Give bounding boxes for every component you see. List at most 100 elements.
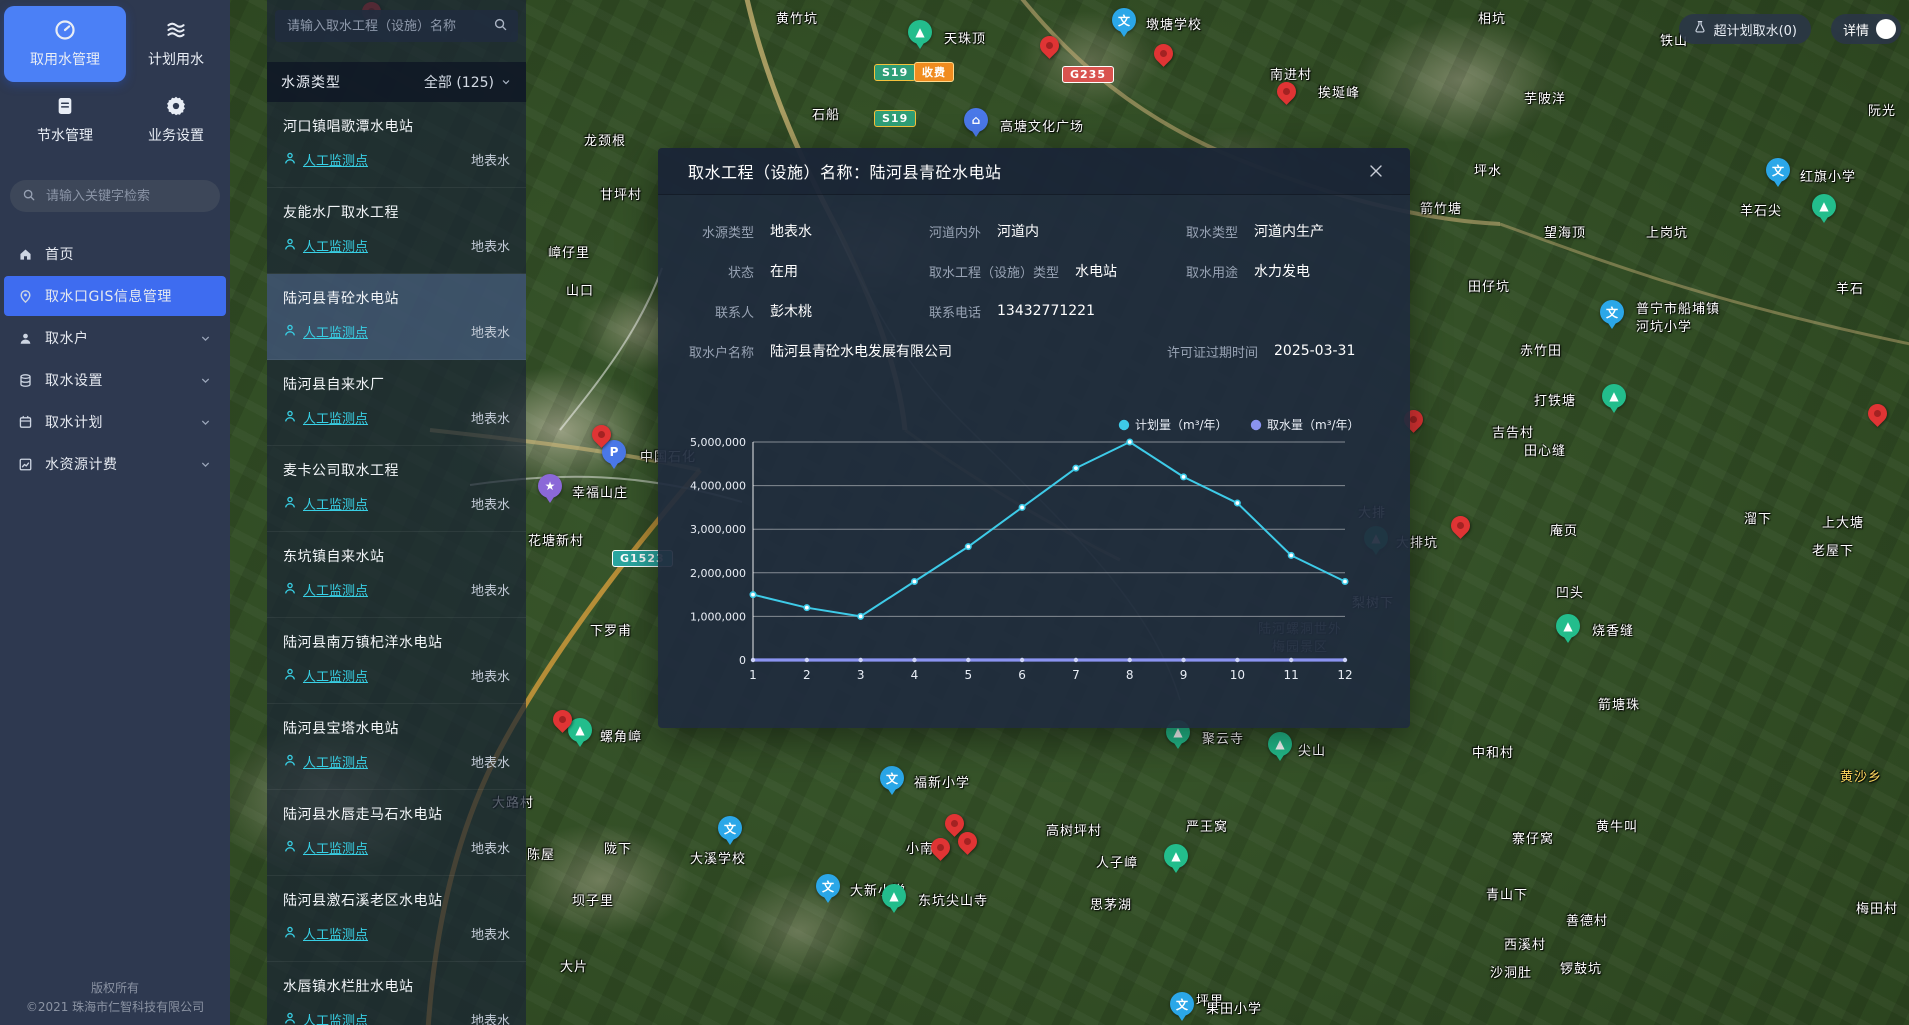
station-search-box[interactable] [275, 10, 518, 42]
chevron-down-icon[interactable] [199, 416, 212, 429]
peak-marker[interactable]: ▲ [1556, 614, 1580, 638]
svg-text:4,000,000: 4,000,000 [690, 480, 746, 493]
station-list-item[interactable]: 友能水厂取水工程 人工监测点 地表水 [267, 188, 526, 274]
field-value: 陆河县青砼水电发展有限公司 [770, 341, 952, 361]
school-marker[interactable]: 文 [718, 816, 742, 840]
temple-marker[interactable]: ▲ [882, 884, 906, 908]
sidebar-item-3[interactable]: 取水户 [4, 318, 226, 358]
chevron-down-icon[interactable] [199, 332, 212, 345]
svg-text:9: 9 [1180, 668, 1188, 682]
detail-field: 取水工程（设施）类型 水电站 [929, 261, 1160, 281]
peak-marker[interactable]: ▲ [908, 20, 932, 44]
school-marker[interactable]: 文 [1112, 8, 1136, 32]
station-list-item[interactable]: 东坑镇自来水站 人工监测点 地表水 [267, 532, 526, 618]
station-list-item[interactable]: 陆河县自来水厂 人工监测点 地表水 [267, 360, 526, 446]
school-marker[interactable]: 文 [1170, 992, 1194, 1016]
filter-value[interactable]: 全部 (125) [424, 72, 494, 92]
station-search-input[interactable] [285, 18, 493, 35]
school-marker[interactable]: 文 [880, 766, 904, 790]
station-name: 陆河县青砼水电站 [283, 288, 510, 308]
station-list-item[interactable]: 陆河县宝塔水电站 人工监测点 地表水 [267, 704, 526, 790]
road-badge: S19 [874, 110, 916, 127]
station-list-item[interactable]: 陆河县水唇走马石水电站 人工监测点 地表水 [267, 790, 526, 876]
school-marker[interactable]: 文 [816, 874, 840, 898]
station-name: 陆河县南万镇杞洋水电站 [283, 632, 510, 652]
detail-field: 联系人 彭木桃 [688, 301, 929, 321]
sidebar-search-input[interactable] [44, 188, 208, 205]
close-icon[interactable] [1368, 163, 1384, 179]
module-1[interactable]: 取用水管理 [4, 6, 126, 82]
station-name: 友能水厂取水工程 [283, 202, 510, 222]
sidebar-item-5[interactable]: 取水计划 [4, 402, 226, 442]
road-badge: G235 [1062, 66, 1114, 83]
peak-marker[interactable]: ▲ [1164, 844, 1188, 868]
sidebar-item-1[interactable]: 首页 [4, 234, 226, 274]
station-list-item[interactable]: 陆河县激石溪老区水电站 人工监测点 地表水 [267, 876, 526, 962]
doc-icon [54, 95, 76, 117]
map-label: 高塘文化广场 [1000, 116, 1084, 135]
module-label: 节水管理 [37, 125, 93, 145]
sidebar-item-label: 首页 [45, 244, 212, 264]
water-source-type: 地表水 [471, 236, 510, 255]
field-label: 取水工程（设施）类型 [929, 262, 1059, 281]
svg-text:8: 8 [1126, 668, 1134, 682]
map-label: 田仔坑 [1468, 276, 1510, 295]
map-label: 福新小学 [914, 772, 970, 791]
chevron-down-icon[interactable] [500, 76, 512, 88]
station-list-item[interactable]: 麦卡公司取水工程 人工监测点 地表水 [267, 446, 526, 532]
module-4[interactable]: 业务设置 [126, 82, 226, 158]
peak-marker[interactable]: ▲ [1602, 384, 1626, 408]
map-label: 溜下 [1744, 508, 1772, 527]
peak-marker[interactable]: ▲ [1268, 732, 1292, 756]
map-label: 山口 [566, 280, 594, 299]
manual-monitor-link[interactable]: 人工监测点 [283, 580, 471, 599]
manual-monitor-link[interactable]: 人工监测点 [283, 322, 471, 341]
svg-text:5,000,000: 5,000,000 [690, 436, 746, 449]
station-name: 河口镇唱歌潭水电站 [283, 116, 510, 136]
detail-field: 取水户名称 陆河县青砼水电发展有限公司 [688, 341, 952, 361]
school-marker[interactable]: 文 [1600, 300, 1624, 324]
manual-monitor-link[interactable]: 人工监测点 [283, 150, 471, 169]
field-label: 水源类型 [688, 222, 754, 241]
map-label: 善德村 [1566, 910, 1608, 929]
map-label: 老屋下 [1812, 540, 1854, 559]
sidebar-item-6[interactable]: 水资源计费 [4, 444, 226, 484]
flask-icon [1693, 20, 1714, 38]
field-label: 联系人 [688, 302, 754, 321]
resort-marker[interactable]: ★ [538, 474, 562, 498]
station-list-item[interactable]: 水唇镇水栏肚水电站 人工监测点 地表水 [267, 962, 526, 1025]
map-label: 墩塘学校 [1146, 14, 1202, 33]
manual-monitor-link[interactable]: 人工监测点 [283, 924, 471, 943]
search-icon[interactable] [493, 17, 508, 36]
sidebar-item-2[interactable]: 取水口GIS信息管理 [4, 276, 226, 316]
chevron-down-icon[interactable] [199, 458, 212, 471]
map-label: 龙颈根 [584, 130, 626, 149]
manual-monitor-link[interactable]: 人工监测点 [283, 408, 471, 427]
water-source-type: 地表水 [471, 150, 510, 169]
map-label: 田心缝 [1524, 440, 1566, 459]
manual-monitor-link[interactable]: 人工监测点 [283, 236, 471, 255]
map-label: 嶂仔里 [548, 242, 590, 261]
module-3[interactable]: 节水管理 [4, 82, 126, 158]
water-source-type: 地表水 [471, 494, 510, 513]
over-plan-intake-button[interactable]: 超计划取水(0) [1679, 14, 1811, 44]
chevron-down-icon[interactable] [199, 374, 212, 387]
manual-monitor-link[interactable]: 人工监测点 [283, 752, 471, 771]
sidebar-item-4[interactable]: 取水设置 [4, 360, 226, 400]
manual-monitor-link[interactable]: 人工监测点 [283, 666, 471, 685]
detail-toggle[interactable]: 详情 [1831, 14, 1901, 44]
school-marker[interactable]: 文 [1766, 158, 1790, 182]
manual-monitor-link[interactable]: 人工监测点 [283, 494, 471, 513]
manual-monitor-link[interactable]: 人工监测点 [283, 838, 471, 857]
manual-monitor-link[interactable]: 人工监测点 [283, 1010, 471, 1025]
culture-marker[interactable]: ⌂ [964, 108, 988, 132]
map-label: 大片 [560, 956, 588, 975]
module-2[interactable]: 计划用水 [126, 6, 226, 82]
detail-field: 取水类型 河道内生产 [1160, 221, 1410, 241]
station-list-item[interactable]: 陆河县南万镇杞洋水电站 人工监测点 地表水 [267, 618, 526, 704]
peak-marker[interactable]: ▲ [1812, 194, 1836, 218]
station-list-item[interactable]: 河口镇唱歌潭水电站 人工监测点 地表水 [267, 102, 526, 188]
toggle-knob[interactable] [1876, 19, 1896, 39]
sidebar-search-box[interactable] [10, 180, 220, 212]
station-list-item[interactable]: 陆河县青砼水电站 人工监测点 地表水 [267, 274, 526, 360]
